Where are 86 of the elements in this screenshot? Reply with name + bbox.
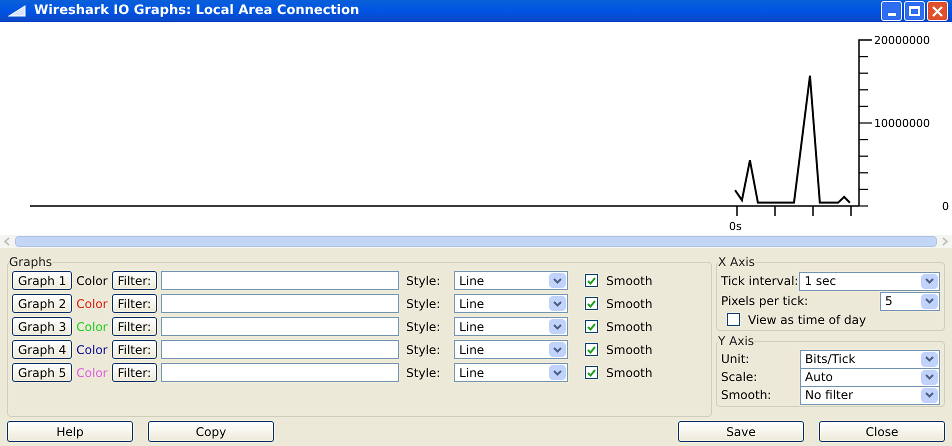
dropdown-arrow-icon[interactable]: [549, 342, 566, 357]
style-dropdown[interactable]: Line: [454, 294, 568, 313]
y-axis-dropdown[interactable]: Auto: [800, 368, 940, 386]
graph-toggle-button[interactable]: Graph 1: [12, 271, 72, 290]
check-icon: [587, 322, 596, 330]
style-label: Style:: [406, 296, 442, 312]
style-dropdown[interactable]: Line: [454, 340, 568, 359]
dropdown-arrow-icon[interactable]: [921, 352, 938, 366]
style-dropdown[interactable]: Line: [454, 271, 568, 290]
filter-button[interactable]: Filter:: [112, 363, 158, 382]
group-title: X Axis: [718, 254, 755, 271]
smooth-label: Smooth: [606, 272, 652, 290]
dropdown-arrow-icon[interactable]: [921, 370, 938, 384]
filter-input[interactable]: [161, 271, 400, 290]
color-label[interactable]: Color: [76, 340, 108, 358]
maximize-icon: [909, 6, 920, 16]
tick-interval-label: Tick interval:: [721, 273, 798, 290]
smooth-label: Smooth: [606, 296, 652, 312]
smooth-checkbox[interactable]: [585, 297, 598, 310]
dropdown-arrow-icon[interactable]: [549, 273, 566, 288]
smooth-checkbox[interactable]: [585, 366, 598, 379]
dropdown-arrow-icon[interactable]: [549, 319, 566, 334]
graph-toggle-button[interactable]: Graph 5: [12, 363, 72, 382]
filter-button[interactable]: Filter:: [112, 340, 158, 359]
check-icon: [587, 368, 596, 376]
y-tick-label: 0: [942, 200, 949, 213]
filter-input[interactable]: [161, 363, 400, 382]
dropdown-arrow-icon[interactable]: [921, 388, 938, 402]
window-title: Wireshark IO Graphs: Local Area Connection: [34, 2, 360, 20]
shark-fin-icon: [8, 5, 26, 17]
time-of-day-checkbox[interactable]: [727, 313, 740, 326]
filter-button[interactable]: Filter:: [112, 317, 158, 336]
filter-input[interactable]: [161, 294, 400, 313]
maximize-button[interactable]: [904, 1, 925, 21]
smooth-checkbox[interactable]: [585, 274, 598, 287]
dropdown-arrow-icon[interactable]: [921, 274, 938, 288]
smooth-label: Smooth: [606, 364, 652, 382]
filter-input[interactable]: [161, 317, 400, 336]
style-label: Style:: [406, 318, 442, 336]
y-tick-label: 10000000: [874, 117, 930, 130]
minimize-icon: [888, 13, 896, 16]
dropdown-arrow-icon[interactable]: [549, 296, 566, 311]
minimize-button[interactable]: [881, 1, 902, 21]
dropdown-arrow-icon[interactable]: [921, 294, 938, 308]
check-icon: [587, 346, 596, 354]
color-label[interactable]: Color: [76, 272, 108, 290]
pixels-per-tick-dropdown[interactable]: 5: [880, 292, 940, 310]
style-dropdown[interactable]: Line: [454, 363, 568, 382]
color-label[interactable]: Color: [76, 294, 108, 312]
dialog-button[interactable]: Close: [819, 421, 945, 442]
graph-toggle-button[interactable]: Graph 2: [12, 294, 72, 313]
filter-button[interactable]: Filter:: [112, 271, 158, 290]
close-button[interactable]: [927, 1, 948, 21]
y-tick-label: 20000000: [874, 34, 930, 47]
smooth-checkbox[interactable]: [585, 320, 598, 333]
dialog-button[interactable]: Help: [7, 421, 133, 442]
style-label: Style:: [406, 272, 442, 290]
close-icon: [932, 6, 943, 16]
field-label: Scale:: [721, 369, 758, 386]
field-label: Unit:: [721, 351, 750, 368]
dialog-button[interactable]: Save: [678, 421, 804, 442]
smooth-checkbox[interactable]: [585, 343, 598, 356]
field-label: Smooth:: [721, 387, 772, 404]
x-tick-label: 0s: [729, 220, 742, 233]
smooth-label: Smooth: [606, 318, 652, 336]
y-axis-dropdown[interactable]: No filter: [800, 386, 940, 404]
group-title: Graphs: [9, 254, 52, 271]
scrollbar-thumb[interactable]: [15, 236, 937, 247]
graph-toggle-button[interactable]: Graph 4: [12, 340, 72, 359]
style-dropdown[interactable]: Line: [454, 317, 568, 336]
dialog-button[interactable]: Copy: [148, 421, 274, 442]
filter-input[interactable]: [161, 340, 400, 359]
check-icon: [587, 300, 596, 308]
pixels-per-tick-label: Pixels per tick:: [721, 293, 808, 310]
group-title: Y Axis: [718, 333, 754, 350]
filter-button[interactable]: Filter:: [112, 294, 158, 313]
dropdown-arrow-icon[interactable]: [549, 365, 566, 380]
horizontal-scrollbar[interactable]: [0, 235, 952, 248]
style-label: Style:: [406, 342, 442, 358]
tick-interval-dropdown[interactable]: 1 sec: [799, 272, 940, 290]
graph-toggle-button[interactable]: Graph 3: [12, 317, 72, 336]
check-icon: [587, 276, 596, 284]
y-axis-dropdown[interactable]: Bits/Tick: [800, 350, 940, 368]
style-label: Style:: [406, 364, 442, 382]
smooth-label: Smooth: [606, 342, 652, 358]
time-of-day-label: View as time of day: [748, 312, 866, 328]
